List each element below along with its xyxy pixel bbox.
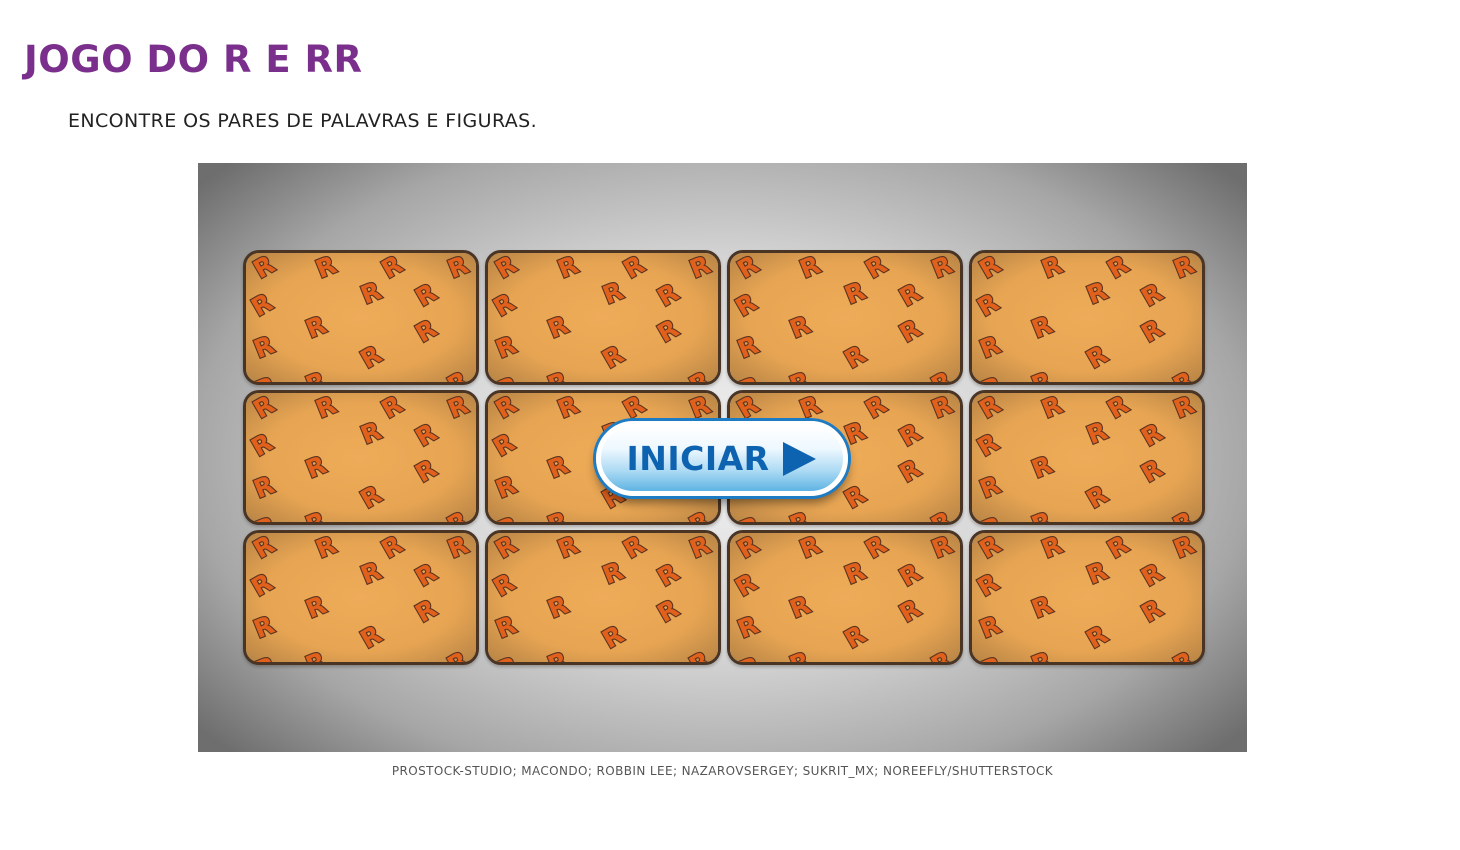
page-title: JOGO DO R E RR <box>24 38 363 81</box>
memory-card[interactable]: RRRRRRRRRRRRRR <box>485 530 721 665</box>
card-back-pattern: RRRRRRRRRRRRRR <box>972 533 1202 662</box>
game-instructions: ENCONTRE OS PARES DE PALAVRAS E FIGURAS. <box>68 110 538 132</box>
memory-card[interactable]: RRRRRRRRRRRRRR <box>243 250 479 385</box>
card-back-pattern: RRRRRRRRRRRRRR <box>972 393 1202 522</box>
image-credits: PROSTOCK-STUDIO; MACONDO; ROBBIN LEE; NA… <box>391 764 1054 778</box>
memory-game-board[interactable]: RRRRRRRRRRRRRRRRRRRRRRRRRRRRRRRRRRRRRRRR… <box>198 163 1247 752</box>
memory-card[interactable]: RRRRRRRRRRRRRR <box>243 530 479 665</box>
play-arrow-icon <box>782 441 816 476</box>
memory-card[interactable]: RRRRRRRRRRRRRR <box>485 250 721 385</box>
card-back-pattern: RRRRRRRRRRRRRR <box>730 253 960 382</box>
memory-card[interactable]: RRRRRRRRRRRRRR <box>243 390 479 525</box>
start-button-label: INICIAR <box>626 438 770 478</box>
memory-card[interactable]: RRRRRRRRRRRRRR <box>727 250 963 385</box>
card-back-pattern: RRRRRRRRRRRRRR <box>246 393 476 522</box>
card-back-pattern: RRRRRRRRRRRRRR <box>246 253 476 382</box>
card-back-pattern: RRRRRRRRRRRRRR <box>488 533 718 662</box>
start-button[interactable]: INICIAR <box>596 421 848 496</box>
memory-card[interactable]: RRRRRRRRRRRRRR <box>969 390 1205 525</box>
memory-card[interactable]: RRRRRRRRRRRRRR <box>727 530 963 665</box>
card-back-pattern: RRRRRRRRRRRRRR <box>730 533 960 662</box>
card-back-pattern: RRRRRRRRRRRRRR <box>972 253 1202 382</box>
memory-card[interactable]: RRRRRRRRRRRRRR <box>969 530 1205 665</box>
card-back-pattern: RRRRRRRRRRRRRR <box>488 253 718 382</box>
memory-card[interactable]: RRRRRRRRRRRRRR <box>969 250 1205 385</box>
card-back-pattern: RRRRRRRRRRRRRR <box>246 533 476 662</box>
